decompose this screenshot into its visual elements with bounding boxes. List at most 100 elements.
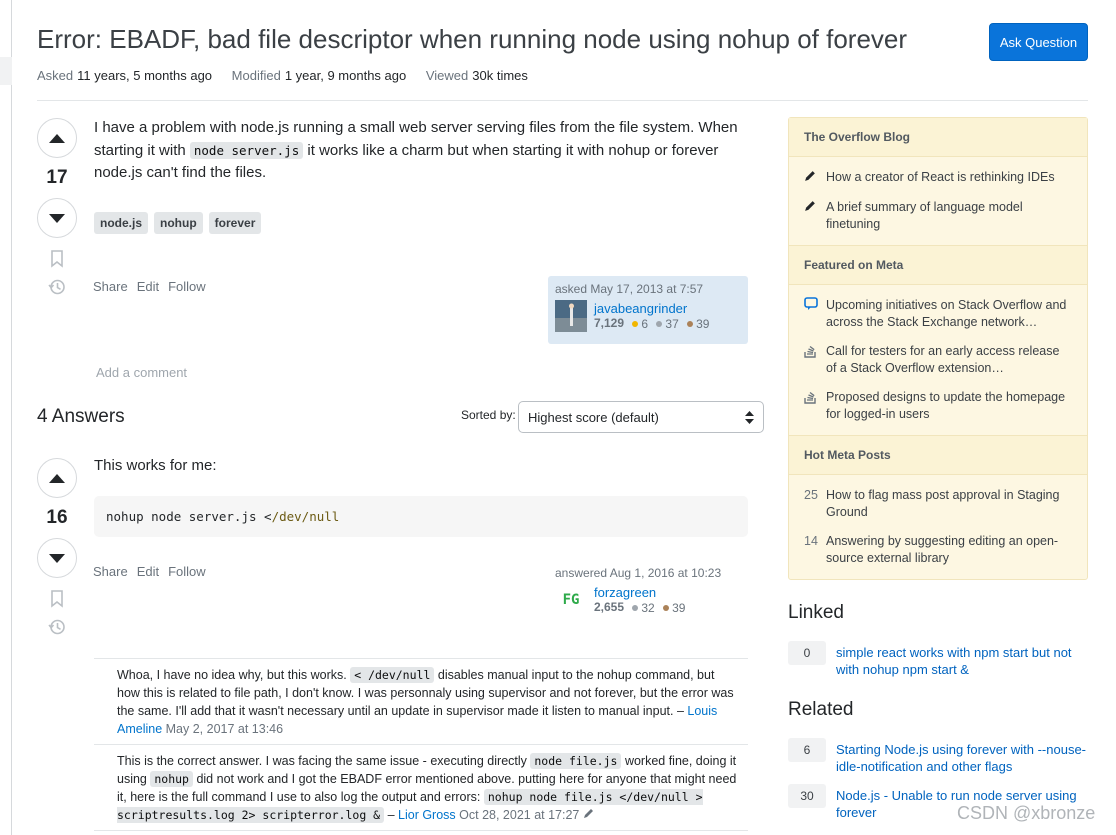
sort-value: Highest score (default) [528, 409, 659, 425]
linked-heading: Linked [788, 602, 844, 623]
sidebar-widget: The Overflow Blog How a creator of React… [788, 117, 1088, 580]
pencil-icon [804, 199, 826, 233]
answer-upvote-button[interactable] [37, 458, 77, 498]
vote-count-box: 0 [788, 641, 826, 665]
bronze-badges: 39 [663, 601, 685, 615]
meta-item[interactable]: Proposed designs to update the homepage … [804, 383, 1072, 429]
share-link[interactable]: Share [93, 279, 128, 294]
comment-author[interactable]: Lior Gross [398, 808, 456, 822]
blog-item[interactable]: How a creator of React is rethinking IDE… [804, 163, 1072, 193]
silver-badges: 37 [656, 317, 679, 331]
blog-list: How a creator of React is rethinking IDE… [789, 157, 1087, 245]
inline-code: node file.js [530, 753, 622, 769]
linked-item[interactable]: 0 simple react works with npm start but n… [788, 641, 1088, 678]
reputation: 2,655 [594, 600, 625, 614]
reputation: 7,129 [594, 316, 625, 330]
add-comment-link[interactable]: Add a comment [96, 365, 187, 380]
tag-forever[interactable]: forever [208, 212, 262, 234]
modified-value[interactable]: 1 year, 9 months ago [285, 68, 406, 83]
sorted-by-label: Sorted by: [461, 408, 516, 422]
left-nav-rail [0, 0, 12, 835]
question-title[interactable]: Error: EBADF, bad file descriptor when r… [37, 24, 907, 55]
answer-body: This works for me: [94, 457, 217, 474]
code-block: nohup node server.js </dev/null [94, 496, 748, 537]
comment-date[interactable]: May 2, 2017 at 13:46 [162, 722, 283, 736]
asker-name[interactable]: javabeangrinder [594, 301, 709, 316]
sort-select[interactable]: Highest score (default) [518, 401, 764, 433]
asked-timestamp: asked May 17, 2013 at 7:57 [555, 282, 704, 296]
user-avatar[interactable] [555, 300, 587, 332]
vote-count-box: 30 [788, 784, 826, 808]
history-icon[interactable] [48, 278, 66, 296]
downvote-button[interactable] [37, 198, 77, 238]
meta-item[interactable]: Upcoming initiatives on Stack Overflow a… [804, 291, 1072, 337]
select-arrows-icon [745, 410, 754, 424]
answer-vote-column: 16 [37, 458, 77, 636]
hot-meta-item[interactable]: 14 Answering by suggesting editing an ope… [804, 527, 1072, 573]
arrow-down-icon [49, 213, 65, 223]
left-nav-highlight [0, 57, 12, 85]
asker-card: asked May 17, 2013 at 7:57 javabeangrind… [548, 276, 748, 344]
asked-label: Asked [37, 68, 74, 83]
arrow-down-icon [49, 553, 65, 563]
pencil-icon [804, 169, 826, 187]
tag-nohup[interactable]: nohup [154, 212, 203, 234]
answered-timestamp: answered Aug 1, 2016 at 10:23 [555, 566, 722, 580]
pencil-icon[interactable] [583, 807, 595, 819]
comment-date[interactable]: Oct 28, 2021 at 17:27 [456, 808, 579, 822]
inline-code: < /dev/null [350, 667, 435, 683]
upvote-button[interactable] [37, 118, 77, 158]
related-heading: Related [788, 699, 854, 720]
edit-link[interactable]: Edit [137, 564, 159, 579]
follow-link[interactable]: Follow [168, 279, 206, 294]
gold-badges: 6 [632, 317, 648, 331]
answers-heading: 4 Answers [37, 406, 125, 427]
chat-bubble-icon [804, 297, 826, 331]
related-item[interactable]: 6 Starting Node.js using forever with --n… [788, 738, 1088, 775]
share-link[interactable]: Share [93, 564, 128, 579]
meta-item[interactable]: Call for testers for an early access rel… [804, 337, 1072, 383]
bronze-badge-icon [663, 605, 670, 611]
hot-meta-heading: Hot Meta Posts [789, 435, 1087, 475]
question-vote-column: 17 [37, 118, 77, 296]
blog-item[interactable]: A brief summary of language model finetu… [804, 193, 1072, 239]
answerer-row: FG forzagreen 2,655 32 39 [555, 584, 741, 616]
bookmark-icon[interactable] [50, 590, 64, 608]
blog-heading: The Overflow Blog [789, 118, 1087, 157]
stack-exchange-icon [804, 343, 826, 377]
history-icon[interactable] [48, 618, 66, 636]
silver-badge-icon [656, 321, 663, 327]
question-meta: Asked 11 years, 5 months ago Modified 1 ye… [37, 68, 544, 83]
stack-exchange-icon [804, 389, 826, 423]
follow-link[interactable]: Follow [168, 564, 206, 579]
meta-heading: Featured on Meta [789, 245, 1087, 285]
bookmark-icon[interactable] [50, 250, 64, 268]
answerer-card: answered Aug 1, 2016 at 10:23 FG forzagr… [548, 560, 748, 628]
user-avatar[interactable]: FG [555, 584, 587, 616]
comment-item: This is the correct answer. I was facing… [94, 745, 748, 831]
modified-label: Modified [231, 68, 281, 83]
answer-vote-count: 16 [46, 507, 68, 528]
silver-badges: 32 [632, 601, 655, 615]
watermark: CSDN @xbronze [957, 803, 1096, 823]
bronze-badges: 39 [687, 317, 709, 331]
tag-list: node.js nohup forever [94, 212, 262, 234]
tag-nodejs[interactable]: node.js [94, 212, 149, 234]
vote-count: 17 [46, 167, 68, 188]
bronze-badge-icon [687, 321, 694, 327]
edit-link[interactable]: Edit [137, 279, 159, 294]
asker-row: javabeangrinder 7,129 6 37 39 [555, 300, 741, 332]
asked-value: 11 years, 5 months ago [77, 68, 213, 83]
hot-meta-item[interactable]: 25 How to flag mass post approval in Stag… [804, 481, 1072, 527]
answerer-name[interactable]: forzagreen [594, 585, 685, 600]
question-post-menu: Share Edit Follow [93, 279, 206, 294]
comment-item: Whoa, I have no idea why, but this works… [94, 659, 748, 745]
comment-list: Whoa, I have no idea why, but this works… [94, 658, 748, 831]
answer-downvote-button[interactable] [37, 538, 77, 578]
question-body: I have a problem with node.js running a … [94, 117, 744, 185]
inline-code: nohup [150, 771, 193, 787]
ask-question-button[interactable]: Ask Question [989, 23, 1088, 61]
code-literal: /dev/null [271, 509, 340, 524]
arrow-up-icon [49, 133, 65, 143]
gold-badge-icon [632, 321, 639, 327]
